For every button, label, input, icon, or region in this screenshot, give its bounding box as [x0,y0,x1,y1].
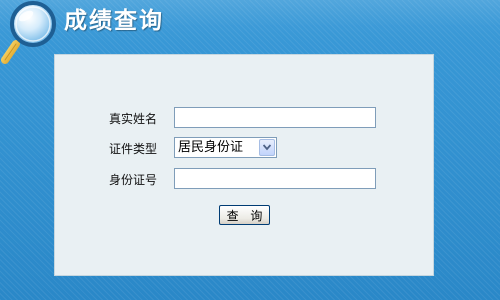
query-form-panel: 真实姓名 证件类型 居民身份证 身份证号 查 询 [54,54,434,276]
chevron-down-icon [263,144,271,151]
name-label: 真实姓名 [109,112,158,126]
id-type-label: 证件类型 [109,142,158,156]
name-input[interactable] [174,107,376,128]
id-type-row: 证件类型 居民身份证 [55,137,435,161]
dropdown-arrow-button[interactable] [259,139,275,156]
page-header: 成绩查询 [0,0,500,64]
id-number-label: 身份证号 [109,173,158,187]
page-title: 成绩查询 [64,8,164,34]
query-button[interactable]: 查 询 [219,205,270,225]
id-number-input[interactable] [174,168,376,189]
name-row: 真实姓名 [55,107,435,131]
id-type-selected-value: 居民身份证 [178,140,244,155]
id-type-select[interactable]: 居民身份证 [174,137,277,158]
id-number-row: 身份证号 [55,168,435,192]
